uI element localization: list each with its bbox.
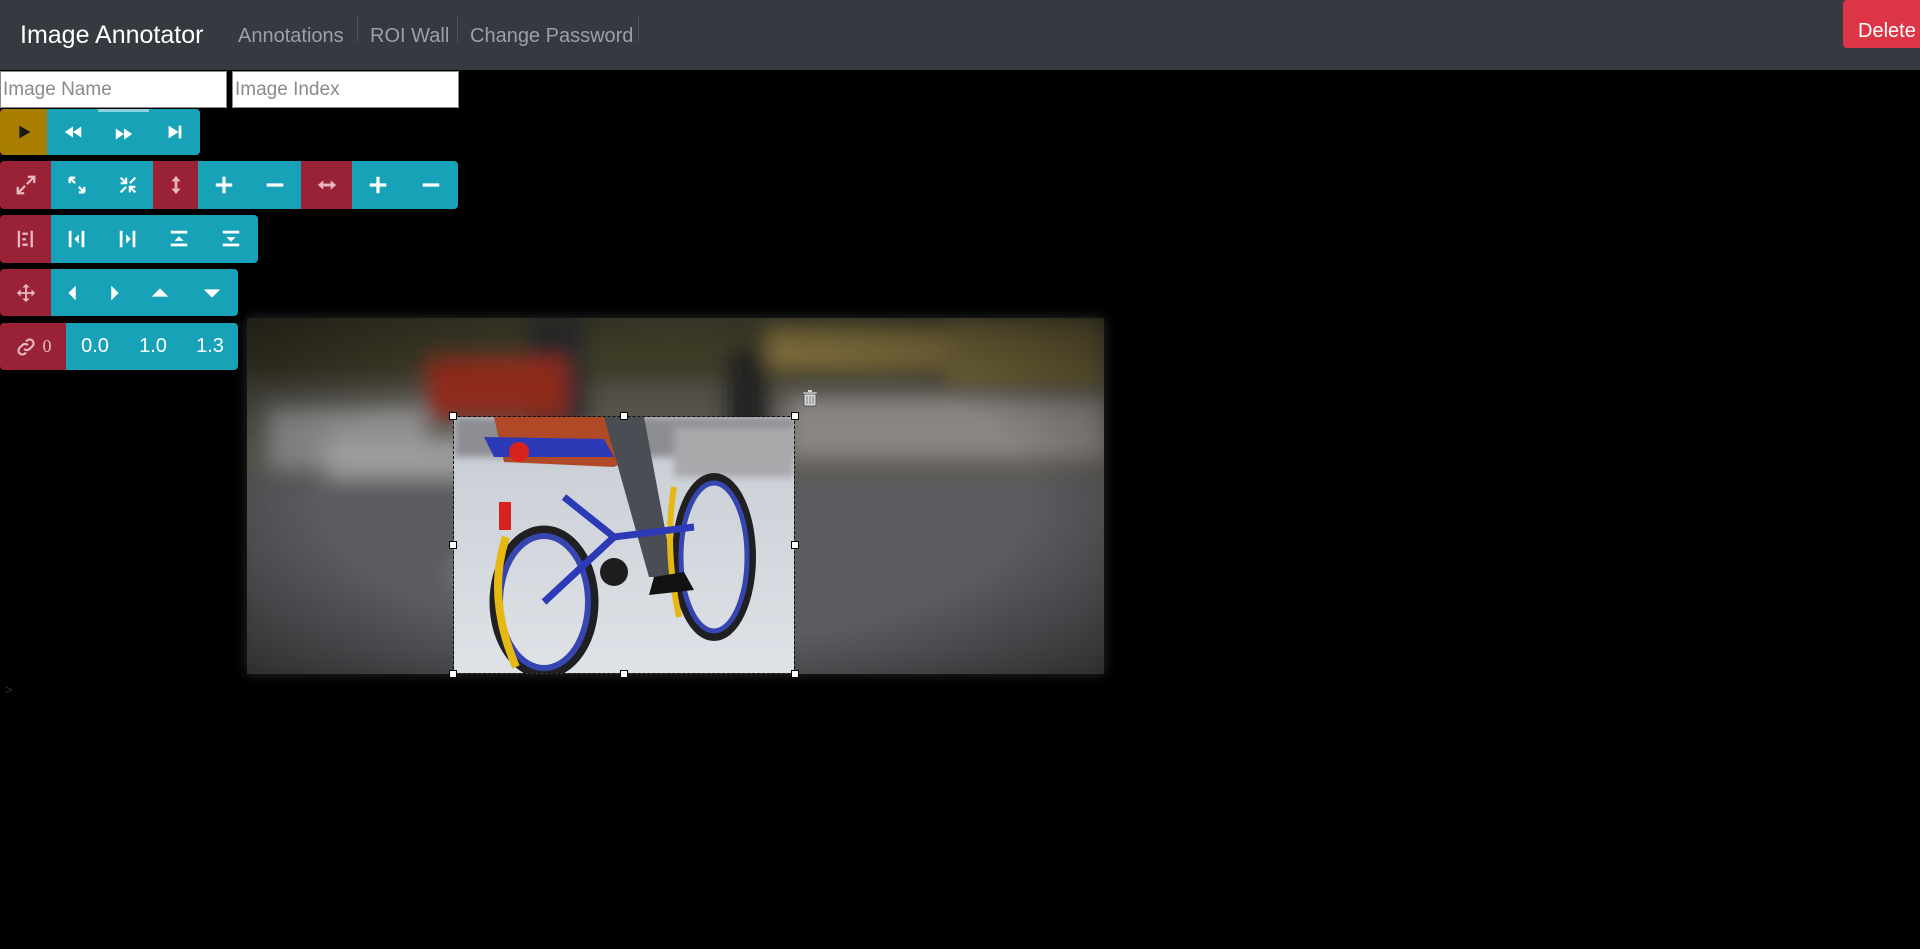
navbar: Image Annotator Annotations ROI Wall Cha… [0, 0, 1920, 70]
align-top-icon [170, 230, 187, 247]
plus-icon [369, 176, 386, 194]
play-icon [18, 125, 30, 139]
move-button[interactable] [0, 269, 51, 316]
play-button[interactable] [0, 109, 47, 155]
link-icon [16, 337, 35, 356]
align-top-button[interactable] [153, 215, 204, 263]
expand-button[interactable] [0, 161, 51, 209]
image-name-input[interactable] [0, 71, 227, 108]
width-increase-button[interactable] [352, 161, 403, 209]
horizontal-resize-button[interactable] [301, 161, 352, 209]
align-left-icon [68, 230, 84, 248]
align-bottom-icon [222, 230, 240, 247]
rewind-button[interactable] [47, 109, 98, 155]
roi-handle-bottom[interactable] [620, 670, 628, 678]
minus-icon [422, 183, 439, 187]
link-count: 0 [42, 336, 52, 356]
caret-left-icon [67, 285, 76, 300]
align-bottom-button[interactable] [204, 215, 258, 263]
console-caret: > [5, 682, 13, 697]
move-left-button[interactable] [51, 269, 94, 316]
vertical-arrows-icon [170, 175, 181, 195]
caret-right-icon [111, 285, 119, 300]
move-toolbar [0, 269, 238, 316]
roi-handle-bottom-left[interactable] [449, 670, 457, 678]
nav-divider [357, 16, 358, 42]
move-down-button[interactable] [186, 269, 238, 316]
caret-up-icon [151, 287, 169, 297]
link-button[interactable]: 0 [0, 323, 66, 370]
value-button[interactable]: 0.0 [66, 323, 124, 370]
move-icon [16, 283, 35, 302]
height-decrease-button[interactable] [249, 161, 301, 209]
compress-icon [119, 176, 136, 194]
nav-divider [638, 16, 639, 42]
rewind-icon [64, 126, 81, 138]
nav-link-change-password[interactable]: Change Password [470, 25, 633, 48]
vertical-resize-button[interactable] [153, 161, 198, 209]
roi-handle-top-right[interactable] [791, 412, 799, 420]
align-toolbar [0, 215, 258, 263]
height-increase-button[interactable] [198, 161, 249, 209]
align-right-button[interactable] [102, 215, 153, 263]
expand-icon [16, 175, 35, 195]
plus-icon [215, 176, 232, 194]
align-icon [17, 230, 33, 248]
align-left-button[interactable] [51, 215, 102, 263]
maximize-icon [68, 176, 85, 194]
roi-handle-top-left[interactable] [449, 412, 457, 420]
move-up-button[interactable] [134, 269, 186, 316]
playback-toolbar [0, 109, 200, 155]
nav-link-annotations[interactable]: Annotations [238, 25, 344, 48]
roi-handle-top[interactable] [620, 412, 628, 420]
roi-handle-bottom-right[interactable] [791, 670, 799, 678]
minus-icon [266, 183, 284, 187]
delete-button[interactable]: Delete [1843, 0, 1920, 48]
caret-down-icon [203, 288, 221, 298]
roi-handle-left[interactable] [449, 541, 457, 549]
link-toolbar: 0 0.0 1.0 1.3 [0, 323, 238, 370]
compress-button[interactable] [102, 161, 153, 209]
fast-forward-icon [115, 128, 132, 139]
maximize-button[interactable] [51, 161, 102, 209]
value-button[interactable]: 1.0 [124, 323, 182, 370]
nav-link-roi-wall[interactable]: ROI Wall [370, 25, 449, 48]
trash-icon[interactable] [802, 390, 818, 407]
resize-toolbar [0, 161, 458, 209]
align-button[interactable] [0, 215, 51, 263]
align-right-icon [119, 230, 135, 248]
nav-divider [457, 16, 458, 42]
image-index-input[interactable] [232, 71, 459, 108]
roi-handle-right[interactable] [791, 541, 799, 549]
width-decrease-button[interactable] [403, 161, 458, 209]
fast-forward-button[interactable] [98, 109, 149, 155]
skip-end-button[interactable] [149, 109, 200, 155]
roi-selection[interactable] [453, 416, 795, 674]
horizontal-arrows-icon [317, 180, 336, 190]
skip-end-icon [168, 125, 181, 139]
value-button[interactable]: 1.3 [182, 323, 238, 370]
move-right-button[interactable] [94, 269, 134, 316]
brand-title[interactable]: Image Annotator [20, 21, 203, 50]
bicycle-image [454, 417, 794, 673]
